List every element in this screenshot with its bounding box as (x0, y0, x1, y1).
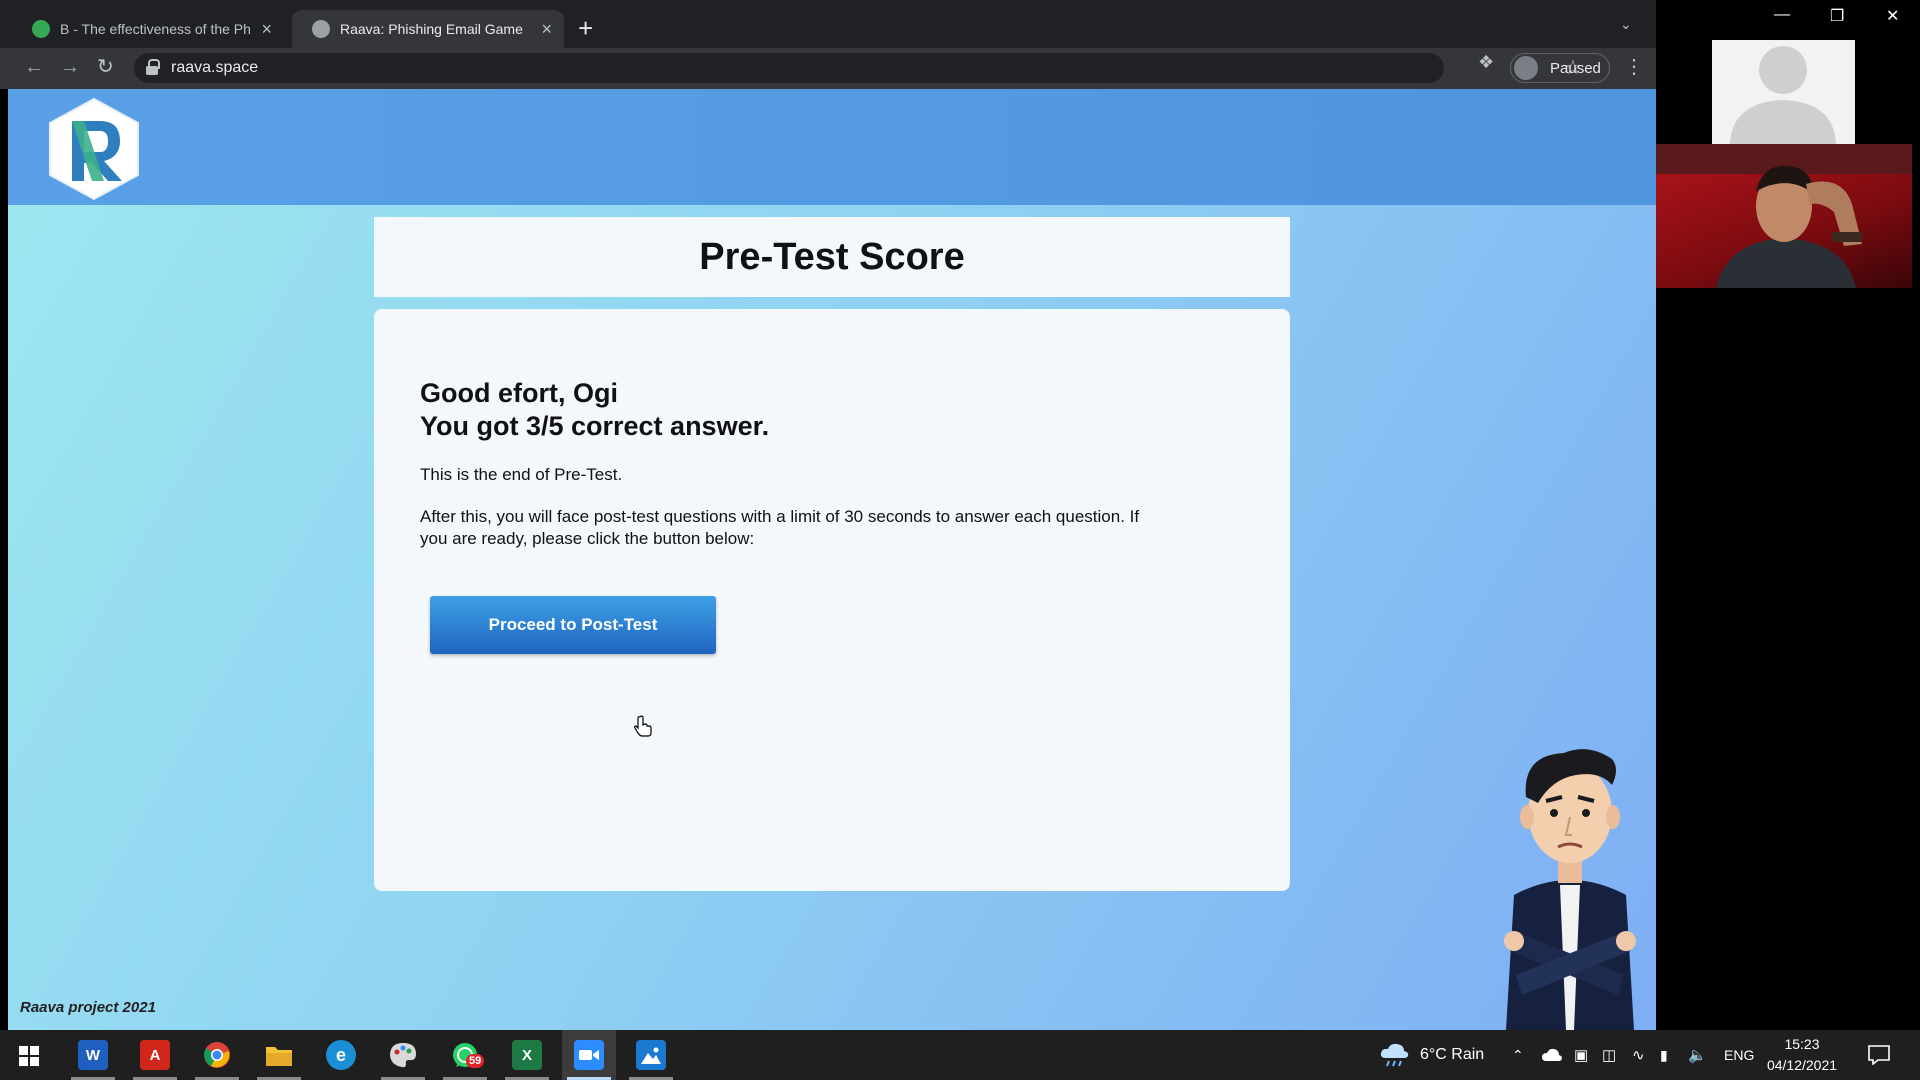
proceed-to-post-test-button[interactable]: Proceed to Post-Test (430, 596, 716, 654)
weather-widget[interactable]: 6°C Rain (1380, 1030, 1484, 1080)
system-clock[interactable]: 15:23 04/12/2021 (1762, 1034, 1842, 1076)
webcam-person-image (1656, 144, 1912, 288)
site-header (8, 89, 1656, 205)
palette-icon (390, 1043, 416, 1068)
close-icon[interactable]: ✕ (1886, 6, 1899, 26)
excel-app-icon[interactable]: X (512, 1040, 542, 1070)
language-indicator[interactable]: ENG (1724, 1030, 1754, 1080)
photos-app-icon[interactable] (636, 1040, 666, 1070)
tab-title: B - The effectiveness of the Ph (60, 21, 251, 37)
clock-time: 15:23 (1784, 1036, 1820, 1052)
greeting-line: Good efort, Ogi (420, 378, 618, 408)
more-menu-icon[interactable]: ⋮ (1624, 54, 1644, 79)
instructions-text: After this, you will face post-test ques… (420, 507, 1140, 548)
person-silhouette-icon (1730, 46, 1836, 144)
extensions-icon[interactable]: ❖ (1478, 52, 1494, 73)
close-tab-icon[interactable]: × (261, 19, 272, 39)
tab-google-doc[interactable]: B - The effectiveness of the Ph × (12, 10, 284, 48)
tab-title: Raava: Phishing Email Game (340, 21, 523, 37)
reload-button[interactable]: ↻ (97, 54, 114, 80)
chevron-down-icon[interactable]: ⌄ (1620, 16, 1632, 33)
onedrive-cloud-icon[interactable] (1542, 1047, 1562, 1061)
tab-raava[interactable]: Raava: Phishing Email Game × (292, 10, 564, 48)
score-card: Good efort, Ogi You got 3/5 correct answ… (374, 309, 1290, 891)
display-icon[interactable]: ◫ (1602, 1030, 1616, 1080)
cartoon-man-illustration (1504, 749, 1636, 1030)
browser-window: B - The effectiveness of the Ph × Raava:… (0, 0, 1656, 89)
rain-cloud-icon (1380, 1043, 1409, 1067)
notification-badge: 59 (466, 1054, 485, 1068)
whatsapp-app-icon[interactable]: 59 (450, 1040, 485, 1070)
mountain-photo-icon (641, 1047, 661, 1064)
windows-start-icon[interactable] (19, 1046, 39, 1066)
footer-credit: Raava project 2021 (20, 999, 156, 1016)
raava-logo[interactable] (46, 97, 142, 201)
browser-toolbar: ← → ↻ raava.space ☆ ❖ Paused ⋮ (0, 48, 1656, 89)
chrome-logo (204, 1042, 230, 1068)
score-greeting: Good efort, Ogi You got 3/5 correct answ… (420, 377, 769, 443)
video-panel-background (1656, 288, 1920, 1030)
chrome-app-icon[interactable] (202, 1040, 232, 1070)
back-button[interactable]: ← (24, 54, 44, 80)
video-camera-icon (579, 1050, 599, 1060)
profile-button[interactable]: Paused (1510, 53, 1610, 83)
restore-icon[interactable]: ❐ (1830, 6, 1844, 26)
windows-taskbar: W A e 59 X 6°C Rain ⌃ ▣ ◫ ∿ ▮ 🔈 ENG 15:2… (0, 1030, 1920, 1080)
notifications-icon[interactable] (1868, 1045, 1890, 1065)
word-app-icon[interactable]: W (78, 1040, 108, 1070)
address-bar[interactable]: raava.space ☆ (134, 53, 1582, 83)
page-title: Pre-Test Score (699, 236, 965, 278)
clock-date: 04/12/2021 (1766, 1057, 1838, 1073)
folder-icon (266, 1047, 292, 1066)
volume-icon[interactable]: 🔈 (1688, 1030, 1707, 1080)
forward-button[interactable]: → (60, 54, 80, 80)
title-card: Pre-Test Score (374, 217, 1290, 297)
globe-icon (312, 20, 330, 38)
lock-icon[interactable] (146, 59, 160, 75)
profile-status: Paused (1550, 59, 1601, 77)
hand-cursor-icon (634, 715, 652, 737)
new-tab-button[interactable]: + (578, 14, 593, 42)
web-page: Pre-Test Score Good efort, Ogi You got 3… (8, 89, 1656, 1030)
url-text[interactable]: raava.space (171, 59, 258, 77)
acrobat-app-icon[interactable]: A (140, 1040, 170, 1070)
minimize-icon[interactable]: — (1774, 6, 1790, 24)
drive-icon (32, 20, 50, 38)
paint-app-icon[interactable] (388, 1040, 418, 1070)
score-line: You got 3/5 correct answer. (420, 411, 770, 441)
meet-now-icon[interactable]: ▣ (1574, 1030, 1588, 1080)
edge-app-icon[interactable]: e (326, 1040, 356, 1070)
end-of-pretest-text: This is the end of Pre-Test. (420, 465, 623, 484)
close-tab-icon[interactable]: × (541, 19, 552, 39)
participant-video-placeholder[interactable] (1712, 40, 1855, 144)
window-controls: — ❐ ✕ (1752, 0, 1920, 40)
show-hidden-icons-chevron-icon[interactable]: ⌃ (1512, 1030, 1524, 1080)
avatar (1514, 56, 1538, 80)
tab-strip: B - The effectiveness of the Ph × Raava:… (0, 0, 1656, 48)
file-explorer-app-icon[interactable] (264, 1040, 294, 1070)
battery-icon[interactable]: ▮ (1660, 1030, 1668, 1080)
wifi-icon[interactable]: ∿ (1632, 1030, 1645, 1080)
weather-text: 6°C Rain (1420, 1046, 1485, 1063)
participant-video-feed[interactable] (1656, 144, 1912, 288)
zoom-app-icon[interactable] (574, 1040, 604, 1070)
